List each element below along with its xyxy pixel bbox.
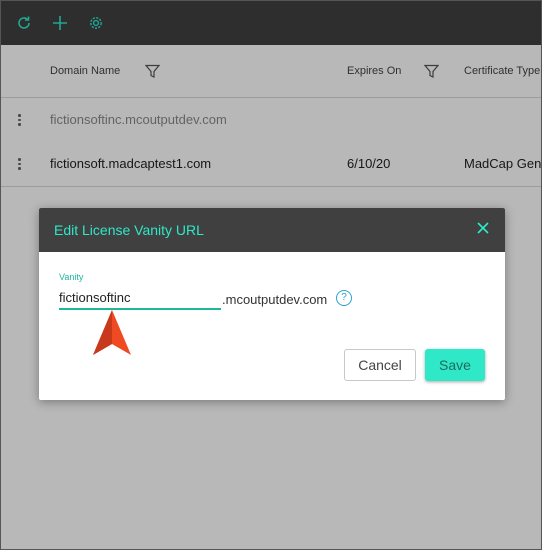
dialog-header: Edit License Vanity URL [39,208,505,252]
pointer-arrow-icon [93,310,131,355]
vanity-input[interactable] [59,286,221,310]
close-icon[interactable] [475,220,491,236]
vanity-label: Vanity [59,272,84,282]
help-icon[interactable]: ? [336,290,352,306]
cancel-button[interactable]: Cancel [344,349,416,381]
dialog-title: Edit License Vanity URL [54,222,204,238]
edit-vanity-url-dialog: Edit License Vanity URL Vanity .mcoutput… [39,208,505,400]
app-frame: Domain Name Expires On Certificate Type … [0,0,542,550]
domain-suffix: .mcoutputdev.com [222,292,328,307]
save-button[interactable]: Save [425,349,485,381]
